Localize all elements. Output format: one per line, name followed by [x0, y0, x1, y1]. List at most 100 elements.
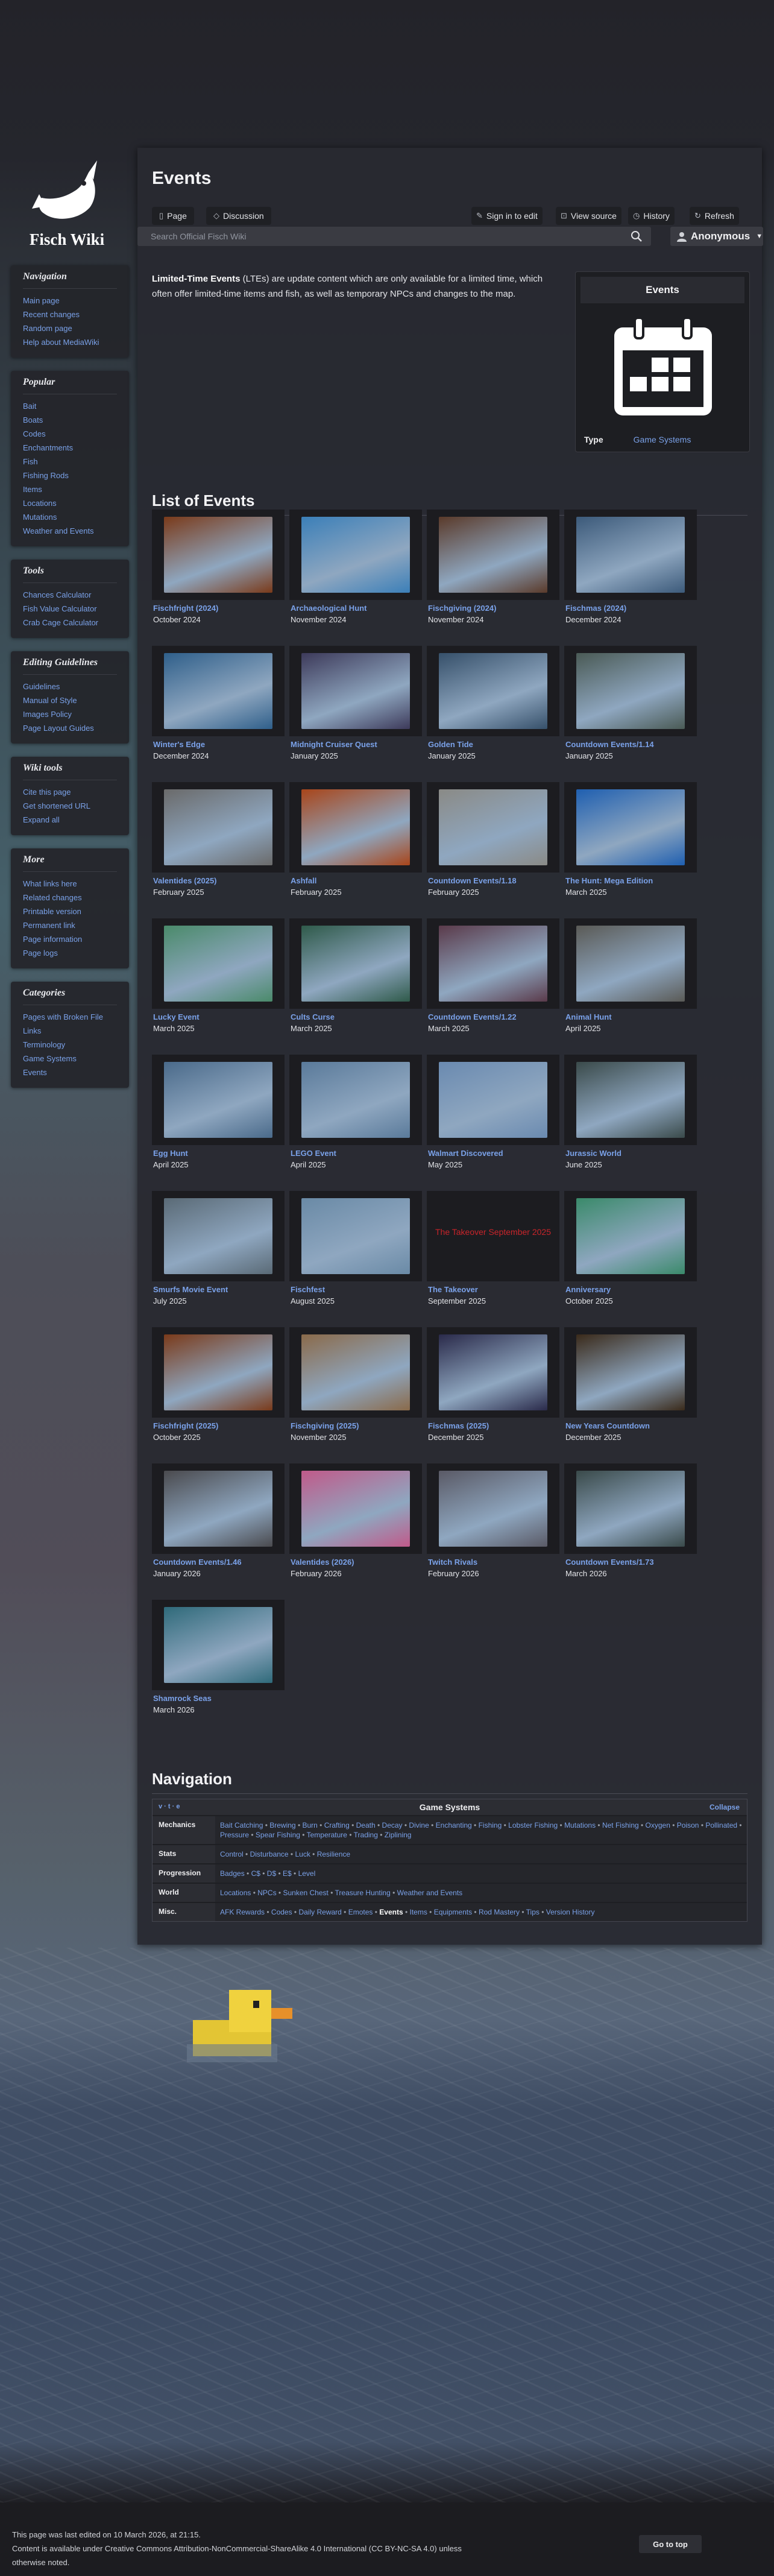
event-name-link[interactable]: Shamrock Seas: [153, 1694, 212, 1703]
navbox-link[interactable]: Treasure Hunting: [335, 1889, 391, 1897]
event-card[interactable]: Lucky Event March 2025: [152, 918, 285, 1033]
event-name-link[interactable]: Fischmas (2024): [565, 604, 626, 613]
event-card[interactable]: Archaeological Hunt November 2024: [289, 510, 422, 624]
navbox-link[interactable]: E$: [283, 1869, 292, 1878]
sidebar-link[interactable]: Locations: [23, 496, 117, 510]
navbox-collapse-button[interactable]: Collapse: [710, 1803, 740, 1811]
sidebar-link[interactable]: Guidelines: [23, 680, 117, 693]
view-source-button[interactable]: ⊡ View source: [556, 207, 621, 225]
event-card[interactable]: Winter's Edge December 2024: [152, 646, 285, 760]
event-name-link[interactable]: Smurfs Movie Event: [153, 1285, 228, 1294]
sidebar-link[interactable]: Game Systems: [23, 1052, 117, 1065]
event-thumbnail[interactable]: [427, 782, 559, 873]
event-name-link[interactable]: Cults Curse: [291, 1012, 335, 1021]
navbox-link[interactable]: Burn: [302, 1821, 317, 1829]
navbox-link[interactable]: Daily Reward: [298, 1908, 341, 1916]
navbox-link[interactable]: Weather and Events: [397, 1889, 463, 1897]
event-name-link[interactable]: Golden Tide: [428, 740, 473, 749]
navbox-link[interactable]: Locations: [220, 1889, 251, 1897]
sidebar-link[interactable]: Boats: [23, 413, 117, 427]
sidebar-link[interactable]: Fish: [23, 455, 117, 469]
navbox-link[interactable]: Disturbance: [250, 1850, 289, 1858]
sidebar-link[interactable]: Events: [23, 1065, 117, 1079]
event-thumbnail[interactable]: [564, 1327, 697, 1418]
event-name-link[interactable]: Fischfest: [291, 1285, 325, 1294]
event-thumbnail[interactable]: [152, 646, 285, 736]
sidebar-link[interactable]: Help about MediaWiki: [23, 335, 117, 349]
event-thumbnail[interactable]: [152, 782, 285, 873]
event-card[interactable]: Walmart Discovered May 2025: [427, 1055, 559, 1169]
event-thumbnail[interactable]: [152, 510, 285, 600]
event-thumbnail[interactable]: [289, 1463, 422, 1554]
event-name-link[interactable]: Lucky Event: [153, 1012, 200, 1021]
navbox-link[interactable]: Enchanting: [436, 1821, 472, 1829]
event-name-link[interactable]: Fischgiving (2024): [428, 604, 496, 613]
search-icon[interactable]: [631, 230, 643, 242]
event-name-link[interactable]: Countdown Events/1.22: [428, 1012, 517, 1021]
event-thumbnail[interactable]: [289, 1055, 422, 1145]
navbox-link[interactable]: Pressure: [220, 1831, 249, 1839]
go-to-top-button[interactable]: Go to top: [639, 2535, 702, 2553]
navbox-link[interactable]: Crafting: [324, 1821, 350, 1829]
navbox-link[interactable]: Trading: [354, 1831, 378, 1839]
event-card[interactable]: Fischgiving (2025) November 2025: [289, 1327, 422, 1442]
sidebar-link[interactable]: Random page: [23, 321, 117, 335]
sidebar-link[interactable]: Images Policy: [23, 707, 117, 721]
event-card[interactable]: LEGO Event April 2025: [289, 1055, 422, 1169]
event-name-link[interactable]: Midnight Cruiser Quest: [291, 740, 377, 749]
event-thumbnail[interactable]: [152, 1191, 285, 1281]
event-name-link[interactable]: Countdown Events/1.18: [428, 876, 517, 885]
navbox-link[interactable]: Sunken Chest: [283, 1889, 328, 1897]
event-card[interactable]: Ashfall February 2025: [289, 782, 422, 897]
event-thumbnail[interactable]: [564, 510, 697, 600]
event-name-link[interactable]: Egg Hunt: [153, 1149, 188, 1158]
navbox-link[interactable]: Bait Catching: [220, 1821, 263, 1829]
navbox-vte-links[interactable]: v · t · e: [159, 1803, 180, 1810]
event-card[interactable]: Countdown Events/1.14 January 2025: [564, 646, 697, 760]
navbox-link[interactable]: Fishing: [479, 1821, 502, 1829]
navbox-link[interactable]: Mutations: [564, 1821, 596, 1829]
navbox-link[interactable]: Ziplining: [385, 1831, 412, 1839]
navbox-link[interactable]: Resilience: [317, 1850, 350, 1858]
navbox-title[interactable]: Game Systems: [420, 1802, 480, 1812]
navbox-link[interactable]: Version History: [546, 1908, 595, 1916]
event-name-link[interactable]: Walmart Discovered: [428, 1149, 503, 1158]
event-thumbnail[interactable]: [564, 782, 697, 873]
event-thumbnail[interactable]: [427, 918, 559, 1009]
sidebar-link[interactable]: Terminology: [23, 1038, 117, 1052]
sidebar-link[interactable]: Weather and Events: [23, 524, 117, 538]
event-thumbnail[interactable]: [289, 1327, 422, 1418]
navbox-link[interactable]: Badges: [220, 1869, 245, 1878]
site-logo[interactable]: Fisch Wiki: [22, 156, 112, 249]
event-thumbnail[interactable]: [152, 1327, 285, 1418]
event-card[interactable]: Countdown Events/1.73 March 2026: [564, 1463, 697, 1578]
navbox-link[interactable]: Lobster Fishing: [508, 1821, 558, 1829]
event-thumbnail[interactable]: [152, 1600, 285, 1690]
event-thumbnail[interactable]: [564, 1055, 697, 1145]
event-name-link[interactable]: Twitch Rivals: [428, 1558, 477, 1567]
sidebar-link[interactable]: Manual of Style: [23, 693, 117, 707]
sidebar-link[interactable]: Fishing Rods: [23, 469, 117, 482]
event-card[interactable]: Valentides (2026) February 2026: [289, 1463, 422, 1578]
event-name-link[interactable]: New Years Countdown: [565, 1421, 650, 1430]
event-name-link[interactable]: Fischfright (2024): [153, 604, 218, 613]
navbox-link[interactable]: Death: [356, 1821, 376, 1829]
sidebar-link[interactable]: Fish Value Calculator: [23, 602, 117, 616]
event-thumbnail[interactable]: [289, 646, 422, 736]
navbox-link[interactable]: Poison: [677, 1821, 699, 1829]
event-card[interactable]: The Takeover September 2025 The Takeover S…: [427, 1191, 559, 1305]
event-card[interactable]: Fischfest August 2025: [289, 1191, 422, 1305]
event-card[interactable]: Egg Hunt April 2025: [152, 1055, 285, 1169]
event-thumbnail[interactable]: [427, 1055, 559, 1145]
event-card[interactable]: Fischmas (2025) December 2025: [427, 1327, 559, 1442]
event-name-link[interactable]: Countdown Events/1.73: [565, 1558, 654, 1567]
navbox-link[interactable]: Codes: [271, 1908, 292, 1916]
sidebar-link[interactable]: Expand all: [23, 813, 117, 827]
navbox-link[interactable]: Tips: [526, 1908, 540, 1916]
navbox-link[interactable]: Emotes: [348, 1908, 373, 1916]
event-card[interactable]: Countdown Events/1.22 March 2025: [427, 918, 559, 1033]
event-name-link[interactable]: The Takeover: [428, 1285, 478, 1294]
event-thumbnail[interactable]: [427, 510, 559, 600]
sidebar-link[interactable]: Codes: [23, 427, 117, 441]
refresh-button[interactable]: ↻ Refresh: [690, 207, 739, 225]
